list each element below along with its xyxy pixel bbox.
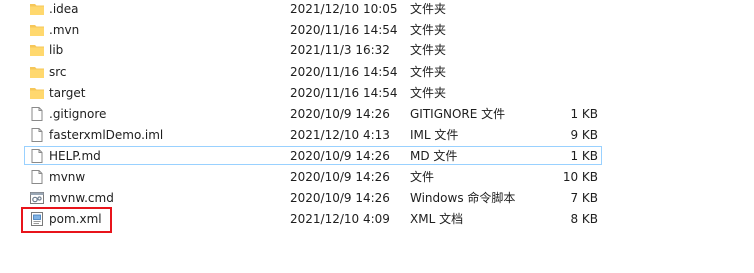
file-type: XML 文档: [410, 212, 464, 226]
file-date: 2020/10/9 14:26: [290, 107, 390, 121]
file-size: 9 KB: [570, 128, 598, 142]
cmd-script-icon: [29, 190, 45, 206]
file-list: .idea 2021/12/10 10:05 文件夹 .mvn 2020/11/…: [0, 0, 754, 273]
file-name: .mvn: [49, 23, 80, 37]
file-name: src: [49, 65, 67, 79]
file-type: MD 文件: [410, 149, 458, 163]
file-date: 2020/10/9 14:26: [290, 149, 390, 163]
file-row-lib[interactable]: lib 2021/11/3 16:32 文件夹: [24, 40, 602, 59]
file-name: target: [49, 86, 86, 100]
file-row-mvnw-cmd[interactable]: mvnw.cmd 2020/10/9 14:26 Windows 命令脚本 7 …: [24, 188, 602, 207]
file-type: 文件夹: [410, 2, 447, 16]
file-name: HELP.md: [49, 149, 101, 163]
file-name: mvnw.cmd: [49, 191, 114, 205]
file-type: 文件夹: [410, 23, 447, 37]
file-date: 2021/12/10 4:09: [290, 212, 390, 226]
file-name: .gitignore: [49, 107, 107, 121]
file-icon: [29, 127, 45, 143]
file-name: mvnw: [49, 170, 86, 184]
file-size: 8 KB: [570, 212, 598, 226]
file-row-gitignore[interactable]: .gitignore 2020/10/9 14:26 GITIGNORE 文件 …: [24, 104, 602, 123]
file-name: lib: [49, 43, 64, 57]
file-name: fasterxmlDemo.iml: [49, 128, 164, 142]
file-date: 2020/10/9 14:26: [290, 191, 390, 205]
file-row-mvnw[interactable]: mvnw 2020/10/9 14:26 文件 10 KB: [24, 167, 602, 186]
file-date: 2021/12/10 10:05: [290, 2, 398, 16]
file-row-target[interactable]: target 2020/11/16 14:54 文件夹: [24, 83, 602, 102]
file-size: 10 KB: [562, 170, 598, 184]
file-size: 7 KB: [570, 191, 598, 205]
file-type: 文件夹: [410, 86, 447, 100]
file-size: 1 KB: [570, 149, 598, 163]
file-name: .idea: [49, 2, 79, 16]
file-icon: [29, 169, 45, 185]
file-date: 2020/11/16 14:54: [290, 86, 398, 100]
file-type: GITIGNORE 文件: [410, 107, 506, 121]
folder-icon: [29, 64, 45, 80]
file-type: Windows 命令脚本: [410, 191, 516, 205]
file-icon: [29, 106, 45, 122]
red-highlight-box: [21, 207, 112, 233]
file-row-fasterxmldemo-iml[interactable]: fasterxmlDemo.iml 2021/12/10 4:13 IML 文件…: [24, 125, 602, 144]
file-row-idea[interactable]: .idea 2021/12/10 10:05 文件夹: [24, 0, 602, 18]
file-row-help-md[interactable]: HELP.md 2020/10/9 14:26 MD 文件 1 KB: [24, 146, 602, 165]
file-type: 文件夹: [410, 43, 447, 57]
folder-icon: [29, 22, 45, 38]
file-date: 2020/11/16 14:54: [290, 65, 398, 79]
file-type: 文件: [410, 170, 435, 184]
file-size: 1 KB: [570, 107, 598, 121]
file-type: 文件夹: [410, 65, 447, 79]
folder-icon: [29, 85, 45, 101]
folder-icon: [29, 42, 45, 58]
file-type: IML 文件: [410, 128, 459, 142]
file-date: 2021/12/10 4:13: [290, 128, 390, 142]
folder-icon: [29, 1, 45, 17]
file-date: 2020/11/16 14:54: [290, 23, 398, 37]
file-icon: [29, 148, 45, 164]
file-row-mvn[interactable]: .mvn 2020/11/16 14:54 文件夹: [24, 20, 602, 39]
file-date: 2020/10/9 14:26: [290, 170, 390, 184]
file-date: 2021/11/3 16:32: [290, 43, 390, 57]
file-row-src[interactable]: src 2020/11/16 14:54 文件夹: [24, 62, 602, 81]
